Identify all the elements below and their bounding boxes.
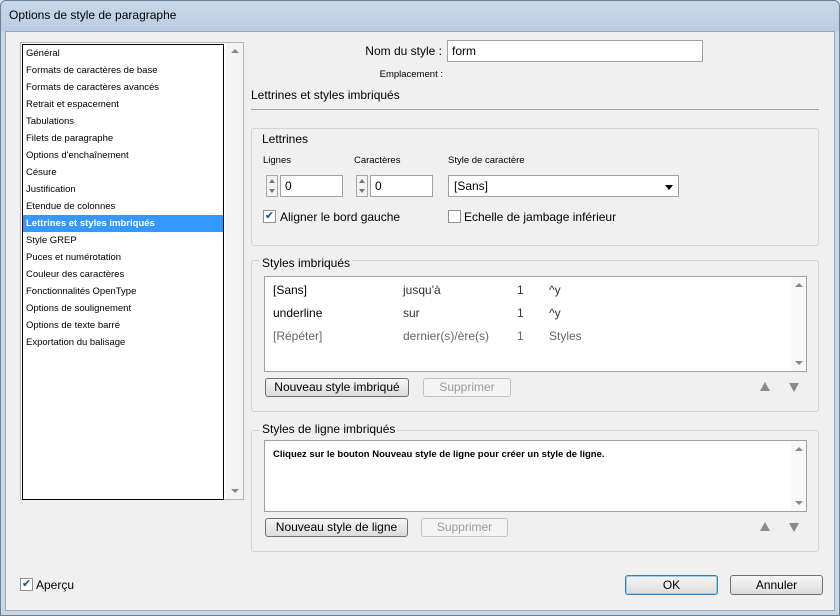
move-up-icon[interactable] [760,382,770,391]
checkmark-icon: ✔ [21,578,32,590]
spin-up-icon[interactable] [359,179,365,183]
sidebar-item[interactable]: Lettrines et styles imbriqués [23,215,223,232]
location-label: Emplacement : [379,69,443,80]
scale-checkbox[interactable] [448,210,461,223]
nested-line-hint: Cliquez sur le bouton Nouveau style de l… [273,449,605,460]
delete-line-style-button[interactable]: Supprimer [421,518,508,537]
lines-spinner[interactable] [266,175,278,197]
nested-style-target[interactable]: ^y [549,302,561,324]
sidebar-item[interactable]: Couleur des caractères [23,266,223,283]
nested-style-count[interactable]: 1 [517,325,524,347]
chars-input[interactable] [370,175,433,197]
nested-style-count[interactable]: 1 [517,302,524,324]
align-left-label: Aligner le bord gauche [280,210,401,224]
checkmark-icon: ✔ [264,210,275,222]
nested-style-row[interactable]: underline sur 1 ^y [269,302,789,324]
nested-style-mode[interactable]: jusqu'à [403,279,441,301]
nested-line-scrollbar[interactable] [791,441,806,511]
chars-label: Caractères [354,155,401,166]
category-list-items: Général Formats de caractères de base Form… [22,44,224,500]
cancel-button[interactable]: Annuler [730,575,823,595]
char-style-label: Style de caractère [448,155,525,166]
sidebar-item[interactable]: Style GREP [23,232,223,249]
nested-styles-scrollbar[interactable] [791,277,806,371]
sidebar-item[interactable]: Formats de caractères de base [23,62,223,79]
nested-styles-list[interactable]: [Sans] jusqu'à 1 ^y underline sur 1 ^y [Répéter]… [264,276,807,372]
delete-nested-style-button[interactable]: Supprimer [423,378,511,397]
section-divider [251,109,819,110]
nested-style-count[interactable]: 1 [517,279,524,301]
ok-button[interactable]: OK [625,575,718,595]
new-line-style-button[interactable]: Nouveau style de ligne [265,518,408,537]
scroll-down-icon[interactable] [231,489,239,493]
nested-style-target[interactable]: Styles [549,325,582,347]
align-left-checkbox[interactable]: ✔ [263,210,276,223]
nested-style-style[interactable]: [Répéter] [273,325,322,347]
move-down-icon[interactable] [789,383,799,392]
sidebar-item[interactable]: Tabulations [23,113,223,130]
move-up-icon[interactable] [760,522,770,531]
dialog-body: Général Formats de caractères de base Form… [5,31,835,611]
sidebar-item[interactable]: Césure [23,164,223,181]
chevron-down-icon [665,185,673,190]
nested-style-target[interactable]: ^y [549,279,561,301]
spin-up-icon[interactable] [269,179,275,183]
preview-label: Aperçu [36,578,75,592]
nested-line-styles-list[interactable]: Cliquez sur le bouton Nouveau style de l… [264,440,807,512]
nested-style-style[interactable]: [Sans] [273,279,307,301]
sidebar-item[interactable]: Retrait et espacement [23,96,223,113]
sidebar-item[interactable]: Justification [23,181,223,198]
nested-styles-title: Styles imbriqués [260,256,353,270]
sidebar-item[interactable]: Options de texte barré [23,317,223,334]
sidebar-item[interactable]: Exportation du balisage [23,334,223,351]
nested-line-styles-title: Styles de ligne imbriqués [260,422,398,436]
lines-label: Lignes [263,155,291,166]
lines-input[interactable] [280,175,343,197]
spin-down-icon[interactable] [359,189,365,193]
nested-style-row[interactable]: [Sans] jusqu'à 1 ^y [269,279,789,301]
category-list-scrollbar[interactable] [226,43,243,499]
sidebar-item[interactable]: Options d'enchaînement [23,147,223,164]
preview-checkbox[interactable]: ✔ [20,578,33,591]
style-name-label: Nom du style : [365,44,442,58]
window-title: Options de style de paragraphe [9,8,177,22]
dropcaps-title: Lettrines [260,132,311,146]
category-list[interactable]: Général Formats de caractères de base Form… [20,42,244,500]
section-title: Lettrines et styles imbriqués [251,88,400,102]
scale-label: Echelle de jambage inférieur [464,210,617,224]
char-style-select[interactable]: [Sans] [448,175,679,197]
nested-style-mode[interactable]: dernier(s)/ère(s) [403,325,489,347]
char-style-value: [Sans] [454,179,489,193]
sidebar-item[interactable]: Formats de caractères avancés [23,79,223,96]
title-bar[interactable]: Options de style de paragraphe [1,1,839,31]
sidebar-item[interactable]: Filets de paragraphe [23,130,223,147]
nested-style-style[interactable]: underline [273,302,322,324]
nested-style-row[interactable]: [Répéter] dernier(s)/ère(s) 1 Styles [269,325,789,347]
scroll-up-icon[interactable] [795,283,803,287]
sidebar-item[interactable]: Puces et numérotation [23,249,223,266]
nested-style-mode[interactable]: sur [403,302,420,324]
style-name-input[interactable] [447,40,703,62]
spin-down-icon[interactable] [269,189,275,193]
dialog-window: Options de style de paragraphe Général Fo… [0,0,840,616]
sidebar-item[interactable]: Général [23,45,223,62]
move-down-icon[interactable] [789,523,799,532]
scroll-up-icon[interactable] [231,49,239,53]
scroll-down-icon[interactable] [795,501,803,505]
sidebar-item[interactable]: Etendue de colonnes [23,198,223,215]
scroll-down-icon[interactable] [795,361,803,365]
new-nested-style-button[interactable]: Nouveau style imbriqué [265,378,409,397]
scroll-up-icon[interactable] [795,447,803,451]
sidebar-item[interactable]: Options de soulignement [23,300,223,317]
sidebar-item[interactable]: Fonctionnalités OpenType [23,283,223,300]
chars-spinner[interactable] [356,175,368,197]
